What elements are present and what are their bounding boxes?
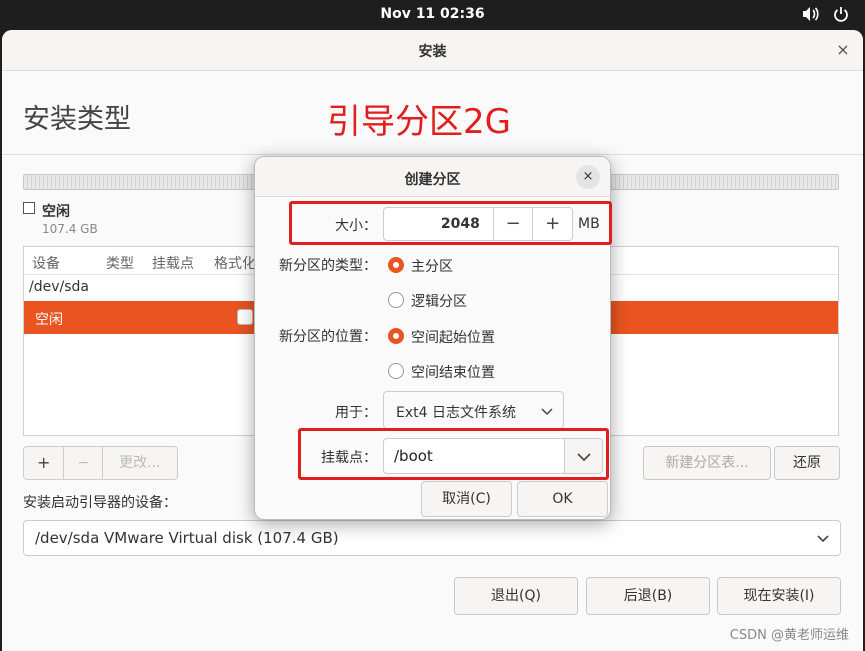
- table-row-label: 空闲: [35, 312, 63, 328]
- column-format[interactable]: 格式化: [214, 253, 256, 273]
- page-title: 安装类型: [23, 104, 131, 135]
- remove-partition-button[interactable]: −: [64, 447, 104, 479]
- volume-icon[interactable]: [801, 6, 819, 22]
- size-input[interactable]: 2048: [384, 208, 493, 240]
- partition-toolbar: + − 更改...: [23, 446, 178, 480]
- column-type[interactable]: 类型: [106, 253, 134, 273]
- partition-type-label: 新分区的类型：: [279, 258, 377, 274]
- window-header: 安装 ×: [2, 30, 863, 71]
- location-end-label[interactable]: 空间结束位置: [411, 362, 495, 382]
- revert-button[interactable]: 还原: [774, 446, 840, 480]
- chevron-down-icon: [816, 531, 830, 549]
- logical-partition-label[interactable]: 逻辑分区: [411, 291, 467, 311]
- install-now-button[interactable]: 现在安装(I): [717, 577, 841, 615]
- use-as-label: 用于：: [335, 405, 377, 421]
- size-spinbox[interactable]: 2048 − +: [383, 207, 573, 241]
- free-space-legend-size: 107.4 GB: [42, 222, 98, 236]
- clock[interactable]: Nov 11 02:36: [0, 6, 865, 22]
- power-icon[interactable]: [833, 6, 849, 22]
- watermark: CSDN @黄老师运维: [729, 628, 849, 643]
- divider: [2, 154, 863, 155]
- column-mount-point[interactable]: 挂载点: [152, 253, 194, 273]
- mount-point-combo[interactable]: /boot: [383, 438, 603, 474]
- bootloader-device-value: /dev/sda VMware Virtual disk (107.4 GB): [35, 529, 339, 547]
- location-start-label[interactable]: 空间起始位置: [411, 327, 495, 347]
- annotation-text: 引导分区2G: [327, 102, 511, 142]
- window-close-button[interactable]: ×: [833, 40, 853, 60]
- back-button[interactable]: 后退(B): [586, 577, 710, 615]
- add-partition-button[interactable]: +: [24, 447, 65, 479]
- partition-location-label: 新分区的位置：: [279, 329, 377, 345]
- cancel-button[interactable]: 取消(C): [421, 481, 512, 517]
- primary-partition-label[interactable]: 主分区: [411, 256, 453, 276]
- free-space-legend-swatch: [23, 202, 35, 214]
- format-checkbox[interactable]: [237, 309, 253, 325]
- ok-button[interactable]: OK: [517, 481, 608, 517]
- table-row-device[interactable]: /dev/sda: [29, 279, 89, 295]
- dialog-title: 创建分区: [404, 172, 461, 188]
- size-decrement-button[interactable]: −: [492, 208, 533, 240]
- bootloader-device-label: 安装启动引导器的设备：: [23, 495, 177, 511]
- create-partition-dialog: 创建分区 × 大小： 2048 − + MB 新分区的类型： 主分区 逻辑分区 …: [254, 156, 611, 520]
- new-partition-table-button[interactable]: 新建分区表...: [643, 446, 771, 480]
- system-tray[interactable]: [801, 6, 849, 22]
- mount-point-input[interactable]: /boot: [394, 447, 433, 465]
- window-title: 安装: [418, 44, 447, 60]
- mount-point-dropdown-button[interactable]: [564, 439, 602, 473]
- quit-button[interactable]: 退出(Q): [454, 577, 578, 615]
- size-unit: MB: [578, 216, 600, 232]
- filesystem-value: Ext4 日志文件系统: [396, 405, 516, 421]
- column-device[interactable]: 设备: [32, 253, 60, 273]
- bootloader-device-select[interactable]: /dev/sda VMware Virtual disk (107.4 GB): [23, 520, 841, 556]
- size-label: 大小：: [335, 218, 377, 234]
- dialog-header: 创建分区 ×: [255, 157, 610, 197]
- location-end-radio[interactable]: [388, 363, 404, 379]
- dialog-close-button[interactable]: ×: [576, 165, 600, 189]
- chevron-down-icon: [541, 405, 553, 421]
- filesystem-select[interactable]: Ext4 日志文件系统: [383, 391, 564, 429]
- chevron-down-icon: [577, 453, 591, 462]
- logical-partition-radio[interactable]: [388, 292, 404, 308]
- mount-point-label: 挂载点：: [321, 450, 377, 466]
- primary-partition-radio[interactable]: [388, 257, 404, 273]
- size-increment-button[interactable]: +: [532, 208, 572, 240]
- change-partition-button[interactable]: 更改...: [103, 447, 176, 479]
- location-start-radio[interactable]: [388, 328, 404, 344]
- free-space-legend-label: 空闲: [42, 204, 70, 220]
- top-bar: Nov 11 02:36: [0, 0, 865, 30]
